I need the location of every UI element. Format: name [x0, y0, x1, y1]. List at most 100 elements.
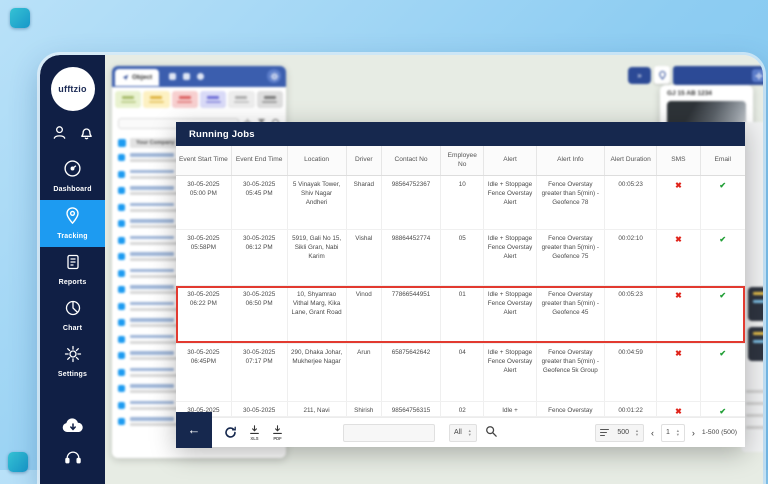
vehicle-text: [130, 384, 180, 393]
vehicle-checkbox[interactable]: [118, 237, 125, 244]
collapse-panel-button[interactable]: »: [628, 67, 651, 84]
gear-icon: [64, 345, 82, 368]
report-search-input[interactable]: [343, 424, 435, 442]
vehicle-checkbox[interactable]: [118, 369, 125, 376]
page-number-input[interactable]: 1 ▲▼: [661, 424, 685, 442]
vehicle-plate: GJ 15 AB 1234: [667, 90, 746, 97]
email-status-icon: ✔: [701, 230, 745, 285]
vehicle-checkbox[interactable]: [118, 303, 125, 310]
vehicle-checkbox[interactable]: [118, 204, 125, 211]
export-pdf-button[interactable]: PDF: [272, 425, 283, 441]
panel-user-icon[interactable]: [197, 73, 204, 80]
table-row[interactable]: 30-05-2025 06:45PM30-05-2025 07:17 PM290…: [176, 344, 745, 402]
sidebar-item-tracking[interactable]: Tracking: [40, 200, 105, 247]
table-header-row: Event Start TimeEvent End TimeLocationDr…: [176, 146, 745, 176]
table-row[interactable]: 30-05-202530-05-2025211, NaviShirish9856…: [176, 402, 745, 417]
page-range-label: 1-500 (500): [702, 429, 737, 436]
filter-select[interactable]: All ▲▼: [449, 424, 477, 442]
table-cell: Fence Overstay greater than 5(min) - Geo…: [537, 176, 605, 229]
dashboard-icon: [63, 159, 82, 183]
export-xls-button[interactable]: XLS: [249, 425, 260, 441]
table-row[interactable]: 30-05-2025 05:00 PM30-05-2025 05:45 PM5 …: [176, 176, 745, 230]
back-button[interactable]: ←: [176, 412, 212, 448]
vehicle-text: [130, 285, 180, 294]
tab-object[interactable]: Object: [115, 69, 159, 86]
status-chip[interactable]: [200, 91, 226, 108]
vehicle-checkbox[interactable]: [118, 220, 125, 227]
user-icon[interactable]: [51, 124, 68, 141]
sms-status-icon: ✖: [657, 402, 700, 416]
sidebar-item-chart[interactable]: Chart: [40, 293, 105, 339]
prev-page-icon[interactable]: ‹: [650, 428, 655, 438]
column-header: Employee No: [441, 146, 484, 175]
table-row[interactable]: 30-05-2025 05:58PM30-05-2025 06:12 PM591…: [176, 230, 745, 286]
table-row-highlighted[interactable]: 30-05-2025 06:22 PM30-05-2025 06:50 PM10…: [176, 286, 745, 344]
vehicle-checkbox[interactable]: [118, 352, 125, 359]
vehicle-checkbox[interactable]: [118, 171, 125, 178]
sidebar-item-reports[interactable]: Reports: [40, 247, 105, 293]
headset-icon[interactable]: [63, 449, 83, 470]
search-icon[interactable]: [485, 424, 497, 442]
vehicle-text: [130, 335, 180, 344]
refresh-button[interactable]: [224, 426, 237, 439]
column-header: Event End Time: [232, 146, 288, 175]
sidebar-item-settings[interactable]: Settings: [40, 339, 105, 385]
vehicle-checkbox[interactable]: [118, 187, 125, 194]
vehicle-checkbox[interactable]: [118, 253, 125, 260]
cloud-download-icon[interactable]: [60, 416, 86, 441]
status-chip[interactable]: [257, 91, 283, 108]
column-header: Alert: [484, 146, 536, 175]
page-size-select[interactable]: 500 ▲▼: [595, 424, 644, 442]
vehicle-text: [130, 186, 180, 195]
email-status-icon: ✔: [701, 402, 745, 416]
vehicle-text: [130, 153, 180, 162]
table-cell: 5 Vinayak Tower, Shiv Nagar Andheri: [288, 176, 347, 229]
desktop-shortcut-icon-2[interactable]: [8, 452, 28, 472]
table-cell: 05: [441, 230, 484, 285]
vehicle-checkbox[interactable]: [118, 270, 125, 277]
vehicle-checkbox[interactable]: [118, 319, 125, 326]
vehicle-text: [130, 269, 180, 278]
status-chip-row: [112, 87, 286, 112]
sms-status-icon: ✖: [657, 344, 700, 401]
vehicle-checkbox[interactable]: [118, 336, 125, 343]
pie-chart-icon: [64, 299, 82, 322]
status-chip[interactable]: [228, 91, 254, 108]
column-header: Location: [288, 146, 347, 175]
sidebar-item-label: Chart: [63, 325, 82, 332]
panel-gear-icon[interactable]: [267, 69, 281, 83]
vehicle-checkbox[interactable]: [118, 402, 125, 409]
vehicle-text: [130, 252, 180, 261]
table-cell: 290, Dhaka Johar, Mukherjee Nagar: [288, 344, 347, 401]
app-logo[interactable]: ufftzio: [51, 67, 95, 111]
vehicle-checkbox[interactable]: [118, 154, 125, 161]
group-checkbox[interactable]: [118, 139, 126, 147]
bell-icon[interactable]: [78, 124, 95, 141]
next-page-icon[interactable]: ›: [691, 428, 696, 438]
table-cell: 30-05-2025 05:58PM: [176, 230, 232, 285]
desktop-shortcut-icon[interactable]: [10, 8, 30, 28]
sms-status-icon: ✖: [657, 230, 700, 285]
tracker-gear-icon[interactable]: [752, 69, 763, 82]
panel-list-icon[interactable]: [183, 73, 190, 80]
vehicle-text: [130, 203, 180, 212]
pin-icon[interactable]: [654, 66, 670, 84]
status-chip[interactable]: [115, 91, 141, 108]
rows-icon: [600, 429, 609, 437]
status-chip[interactable]: [172, 91, 198, 108]
vehicle-checkbox[interactable]: [118, 286, 125, 293]
vehicle-checkbox[interactable]: [118, 385, 125, 392]
status-chip[interactable]: [143, 91, 169, 108]
vehicle-text: [130, 417, 180, 426]
object-panel-header: Object: [112, 66, 286, 87]
vehicle-checkbox[interactable]: [118, 418, 125, 425]
column-header: Alert Duration: [605, 146, 657, 175]
table-cell: 30-05-2025 05:45 PM: [232, 176, 288, 229]
table-cell: 65875642642: [382, 344, 441, 401]
table-body: 30-05-2025 05:00 PM30-05-2025 05:45 PM5 …: [176, 176, 745, 417]
sms-status-icon: ✖: [657, 286, 700, 343]
email-status-icon: ✔: [701, 286, 745, 343]
column-header: Email: [701, 146, 745, 175]
sidebar-item-dashboard[interactable]: Dashboard: [40, 153, 105, 200]
panel-grid-icon[interactable]: [169, 73, 176, 80]
